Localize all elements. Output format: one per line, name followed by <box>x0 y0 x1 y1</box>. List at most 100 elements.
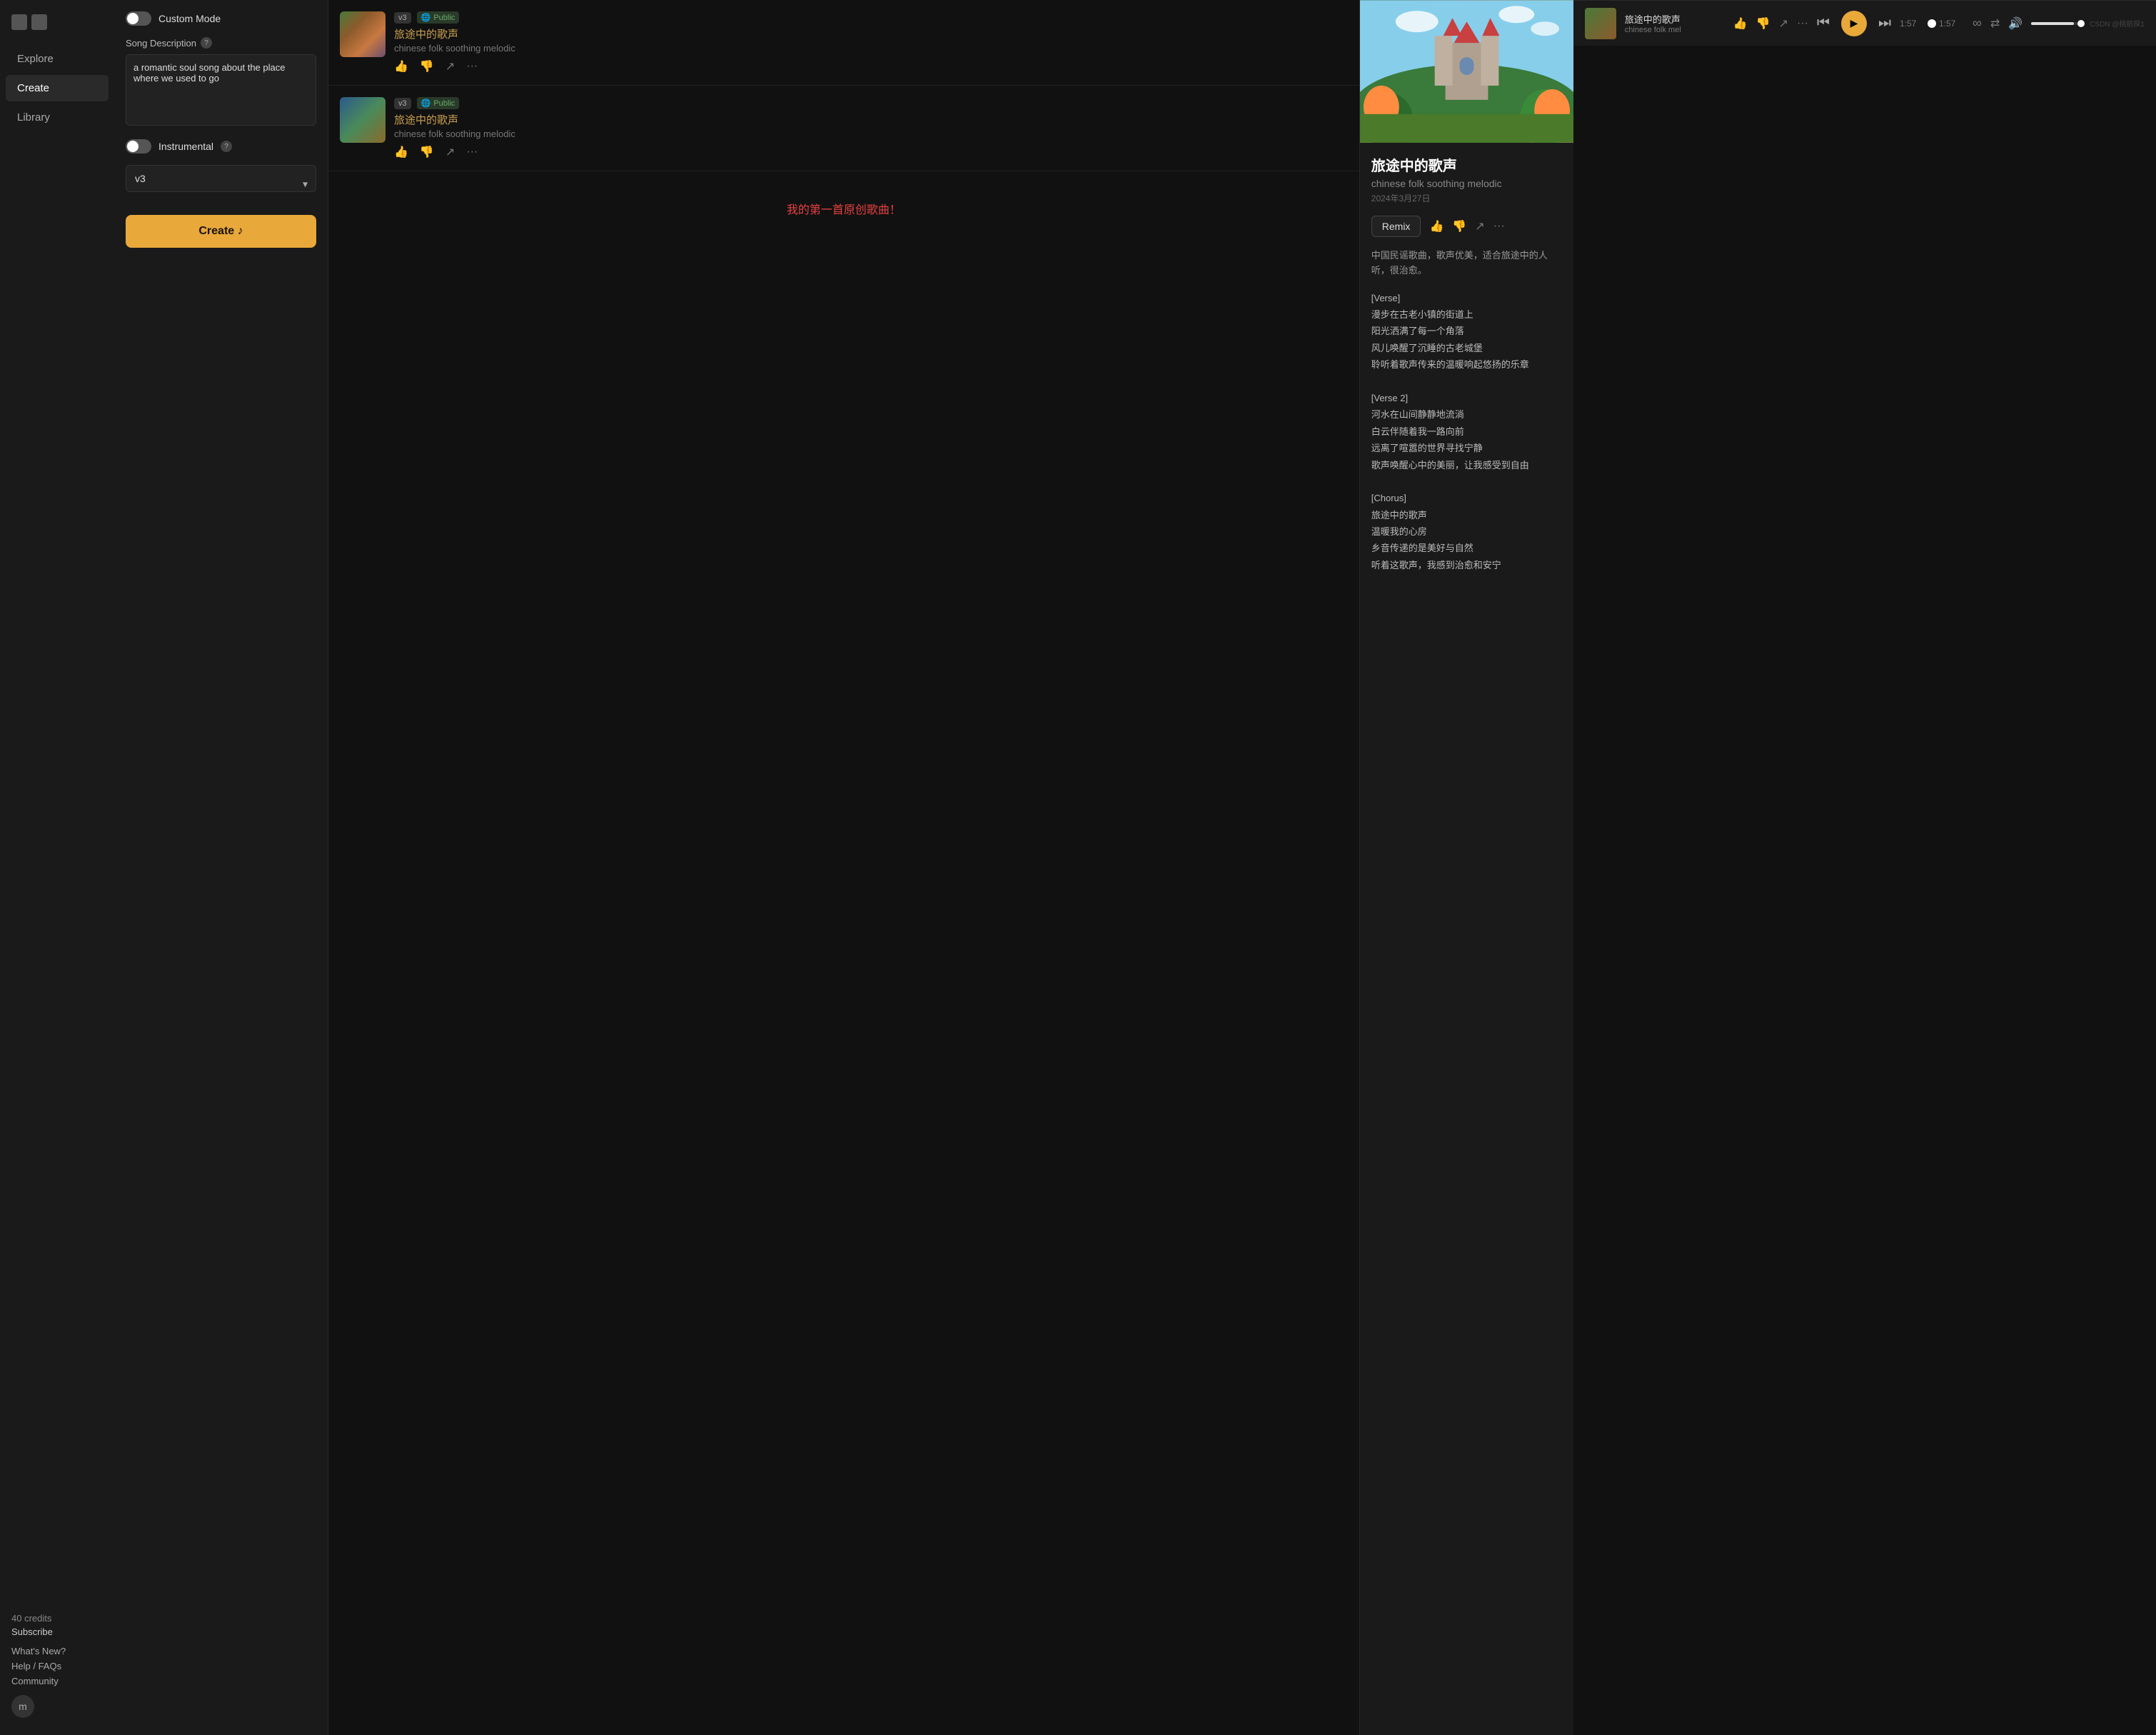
player-thumbnail <box>1585 8 1616 39</box>
volume-dot <box>2077 20 2085 27</box>
like-icon-2[interactable]: 👍 <box>394 145 408 159</box>
player-style: chinese folk mel <box>1625 26 1725 34</box>
song-actions-1: 👍 👎 ↗ ··· <box>394 59 1348 74</box>
user-avatar[interactable]: m <box>11 1695 34 1718</box>
loop-icon[interactable]: ∞ <box>1973 16 1982 31</box>
detail-like-icon[interactable]: 👍 <box>1429 219 1444 233</box>
dislike-icon-2[interactable]: 👎 <box>420 145 434 159</box>
dislike-icon-1[interactable]: 👎 <box>420 59 434 74</box>
sidebar-footer: 40 credits Subscribe What's New? Help / … <box>0 1604 114 1726</box>
instrumental-help-icon[interactable]: ? <box>221 141 232 152</box>
remix-button[interactable]: Remix <box>1371 216 1421 237</box>
footer-links: What's New? Help / FAQs Community <box>11 1646 103 1686</box>
song-style-1: chinese folk soothing melodic <box>394 43 1348 54</box>
like-icon-1[interactable]: 👍 <box>394 59 408 74</box>
logo <box>0 9 114 44</box>
progress-dot <box>1928 19 1936 28</box>
song-actions-2: 👍 👎 ↗ ··· <box>394 145 1348 159</box>
more-icon-1[interactable]: ··· <box>466 60 478 73</box>
globe-icon-2: 🌐 <box>421 99 431 108</box>
credits-text: 40 credits <box>11 1613 103 1624</box>
player-share-icon[interactable]: ↗ <box>1779 16 1788 31</box>
next-icon[interactable]: ⏭ <box>1878 15 1891 31</box>
volume-bar[interactable] <box>2031 22 2081 25</box>
volume-fill <box>2031 22 2074 25</box>
detail-description: 中国民谣歌曲，歌声优美，适合旅途中的人听，很治愈。 <box>1371 248 1562 278</box>
song-badges-2: v3 🌐 Public <box>394 97 1348 109</box>
version-select-wrapper: v3 v2 <box>126 165 316 203</box>
song-description-help-icon[interactable]: ? <box>201 37 212 49</box>
song-card-2: v3 🌐 Public 旅途中的歌声 chinese folk soothing… <box>328 86 1359 171</box>
player-actions: 👍 👎 ↗ ··· <box>1733 16 1808 31</box>
promo-text: 我的第一首原创歌曲！ <box>328 171 1359 246</box>
song-card-1: v3 🌐 Public 旅途中的歌声 chinese folk soothing… <box>328 0 1359 86</box>
detail-more-icon[interactable]: ··· <box>1493 220 1505 233</box>
detail-panel: 旅途中的歌声 chinese folk soothing melodic 202… <box>1359 0 1573 1735</box>
song-badges-1: v3 🌐 Public <box>394 11 1348 24</box>
create-button[interactable]: Create ♪ <box>126 215 316 248</box>
create-panel: Custom Mode Song Description ? Instrumen… <box>114 0 328 1735</box>
watermark: CSDN @桃航探1 <box>2090 18 2145 29</box>
detail-info: 旅途中的歌声 chinese folk soothing melodic 202… <box>1360 143 1573 585</box>
castle-artwork <box>1360 0 1573 143</box>
player-right: 🔊 <box>2008 16 2081 31</box>
community-link[interactable]: Community <box>11 1676 103 1686</box>
song-description-textarea[interactable] <box>126 54 316 126</box>
player-dislike-icon[interactable]: 👎 <box>1756 16 1770 31</box>
globe-icon-1: 🌐 <box>421 13 431 22</box>
player-song-info: 旅途中的歌声 chinese folk mel <box>1625 12 1725 34</box>
version-badge-1: v3 <box>394 12 411 24</box>
subscribe-link[interactable]: Subscribe <box>11 1626 103 1637</box>
song-title-2[interactable]: 旅途中的歌声 <box>394 112 1348 127</box>
player-bar: 旅途中的歌声 chinese folk mel 👍 👎 ↗ ··· ⏮ ▶ ⏭ … <box>1573 0 2156 46</box>
sidebar-item-explore[interactable]: Explore <box>6 46 109 72</box>
play-button[interactable]: ▶ <box>1841 11 1867 36</box>
detail-style: chinese folk soothing melodic <box>1371 178 1562 189</box>
instrumental-label: Instrumental <box>158 141 213 152</box>
player-like-icon[interactable]: 👍 <box>1733 16 1748 31</box>
detail-dislike-icon[interactable]: 👎 <box>1452 219 1466 233</box>
public-badge-1: 🌐 Public <box>417 11 460 24</box>
share-icon-2[interactable]: ↗ <box>445 145 455 159</box>
main-content: Custom Mode Song Description ? Instrumen… <box>114 0 1573 1735</box>
help-faq-link[interactable]: Help / FAQs <box>11 1661 103 1671</box>
more-icon-2[interactable]: ··· <box>466 146 478 159</box>
song-thumb-img-2 <box>340 97 386 143</box>
sidebar-item-library[interactable]: Library <box>6 104 109 131</box>
instrumental-toggle[interactable] <box>126 139 151 154</box>
player-more-icon[interactable]: ··· <box>1797 17 1808 30</box>
logo-block-1 <box>11 14 27 30</box>
sidebar-item-create[interactable]: Create <box>6 75 109 101</box>
whats-new-link[interactable]: What's New? <box>11 1646 103 1656</box>
feed-panel: v3 🌐 Public 旅途中的歌声 chinese folk soothing… <box>328 0 1359 1735</box>
version-badge-2: v3 <box>394 98 411 109</box>
custom-mode-label: Custom Mode <box>158 13 221 24</box>
song-thumb-2[interactable] <box>340 97 386 143</box>
instrumental-row: Instrumental ? <box>126 139 316 154</box>
custom-mode-row: Custom Mode <box>126 11 316 26</box>
song-style-2: chinese folk soothing melodic <box>394 129 1348 139</box>
sidebar-nav: Explore Create Library <box>0 44 114 1604</box>
song-title-1[interactable]: 旅途中的歌声 <box>394 26 1348 41</box>
song-thumb-1[interactable] <box>340 11 386 57</box>
version-select[interactable]: v3 v2 <box>126 165 316 192</box>
detail-share-icon[interactable]: ↗ <box>1475 219 1484 233</box>
song-info-1: v3 🌐 Public 旅途中的歌声 chinese folk soothing… <box>394 11 1348 74</box>
total-time: 1:57 <box>1939 19 1964 29</box>
prev-icon[interactable]: ⏮ <box>1817 15 1830 31</box>
custom-mode-toggle[interactable] <box>126 11 151 26</box>
sidebar: Explore Create Library 40 credits Subscr… <box>0 0 114 1735</box>
public-badge-2: 🌐 Public <box>417 97 460 109</box>
detail-title: 旅途中的歌声 <box>1371 154 1562 175</box>
detail-cover <box>1360 0 1573 143</box>
song-thumb-img-1 <box>340 11 386 57</box>
volume-icon[interactable]: 🔊 <box>2008 16 2022 31</box>
detail-actions: Remix 👍 👎 ↗ ··· <box>1371 216 1562 237</box>
player-title: 旅途中的歌声 <box>1625 12 1725 26</box>
logo-block-2 <box>31 14 47 30</box>
share-icon-1[interactable]: ↗ <box>445 59 455 74</box>
current-time: 1:57 <box>1900 19 1925 29</box>
lyrics: [Verse] 漫步在古老小镇的街道上 阳光洒满了每一个角落 风儿唤醒了沉睡的古… <box>1371 290 1562 574</box>
detail-date: 2024年3月27日 <box>1371 192 1562 204</box>
shuffle-icon[interactable]: ⇄ <box>1990 16 2000 31</box>
